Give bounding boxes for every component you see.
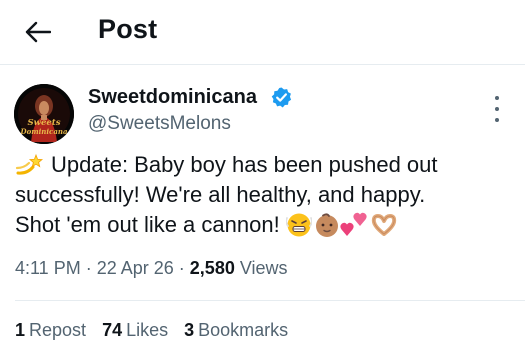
separator: · bbox=[85, 258, 97, 278]
two-hearts-icon bbox=[340, 212, 367, 236]
likes-count: 74 bbox=[102, 320, 123, 340]
back-button[interactable] bbox=[18, 14, 58, 50]
avatar[interactable]: Sweets Dominicana bbox=[14, 84, 74, 144]
author-handle[interactable]: @SweetsMelons bbox=[88, 113, 231, 135]
reposts-label: Repost bbox=[29, 320, 87, 340]
more-options-button[interactable] bbox=[491, 96, 503, 122]
bookmarks-label: Bookmarks bbox=[198, 320, 289, 340]
svg-text:Dominicana: Dominicana bbox=[20, 127, 68, 136]
bookmarks-count: 3 bbox=[184, 320, 195, 340]
post-text-line: Update: Baby boy has been pushed out bbox=[51, 152, 438, 177]
dot bbox=[495, 107, 499, 111]
grimacing-face-icon bbox=[285, 213, 312, 237]
separator: · bbox=[178, 258, 190, 278]
views-label: Views bbox=[239, 258, 288, 278]
dizzy-icon bbox=[15, 153, 43, 175]
post-meta: 4:11 PM · 22 Apr 26 · 2,580 Views bbox=[15, 258, 288, 279]
views-count: 2,580 bbox=[189, 258, 235, 278]
post-page: Post Sweets Dominicana Sweetdominicana @… bbox=[0, 0, 525, 350]
avatar-image: Sweets Dominicana bbox=[14, 84, 74, 144]
dot bbox=[495, 96, 499, 100]
top-bar: Post bbox=[0, 0, 525, 65]
heart-hands-icon bbox=[371, 214, 396, 236]
arrow-left-icon bbox=[25, 21, 51, 43]
engagement-stats: 1 Repost 74 Likes 3 Bookmarks bbox=[15, 320, 288, 341]
baby-icon bbox=[315, 213, 338, 237]
post-line-1: Update: Baby boy has been pushed out bbox=[15, 150, 515, 180]
dot bbox=[495, 118, 499, 122]
post-text-line: successfully! We're all healthy, and hap… bbox=[15, 182, 426, 207]
reposts-stat[interactable]: 1 Repost bbox=[15, 320, 86, 341]
post-line-3: Shot 'em out like a cannon! bbox=[15, 210, 515, 240]
likes-label: Likes bbox=[126, 320, 169, 340]
post-text-line: Shot 'em out like a cannon! bbox=[15, 212, 280, 237]
bookmarks-stat[interactable]: 3 Bookmarks bbox=[184, 320, 288, 341]
verified-badge-icon bbox=[271, 87, 292, 108]
post-time[interactable]: 4:11 PM bbox=[15, 258, 81, 278]
divider bbox=[15, 300, 525, 301]
page-title: Post bbox=[98, 14, 158, 44]
post-text: Update: Baby boy has been pushed out suc… bbox=[15, 150, 515, 240]
post-date[interactable]: 22 Apr 26 bbox=[97, 258, 174, 278]
post-line-2: successfully! We're all healthy, and hap… bbox=[15, 180, 515, 210]
author-name[interactable]: Sweetdominicana bbox=[88, 86, 257, 109]
reposts-count: 1 bbox=[15, 320, 26, 340]
likes-stat[interactable]: 74 Likes bbox=[102, 320, 168, 341]
